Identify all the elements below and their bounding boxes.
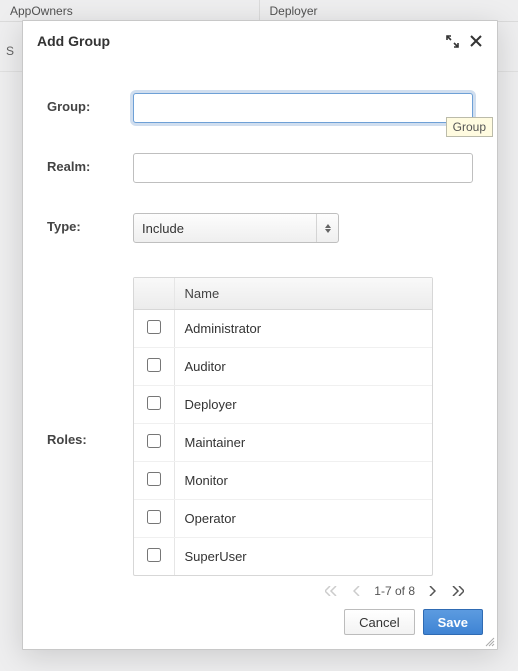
table-row: Monitor (134, 462, 432, 500)
dialog-title: Add Group (37, 33, 110, 49)
label-group: Group: (47, 93, 133, 114)
close-icon[interactable] (469, 34, 483, 48)
row-checkbox[interactable] (147, 472, 161, 486)
table-row: Operator (134, 500, 432, 538)
row-name: Deployer (174, 386, 432, 424)
label-type: Type: (47, 213, 133, 234)
row-name: SuperUser (174, 538, 432, 576)
pager-text: 1-7 of 8 (374, 584, 415, 597)
row-checkbox-cell (134, 310, 174, 348)
row-checkbox-cell (134, 538, 174, 576)
roles-grid: Name AdministratorAuditorDeployerMaintai… (133, 277, 433, 576)
row-checkbox-cell (134, 500, 174, 538)
row-name: Auditor (174, 348, 432, 386)
row-checkbox-cell (134, 424, 174, 462)
row-checkbox[interactable] (147, 510, 161, 524)
table-row: Administrator (134, 310, 432, 348)
pager: 1-7 of 8 (133, 576, 473, 597)
table-row: Auditor (134, 348, 432, 386)
realm-input[interactable] (133, 153, 473, 183)
row-checkbox[interactable] (147, 358, 161, 372)
pager-next-icon[interactable] (423, 582, 441, 597)
row-checkbox[interactable] (147, 434, 161, 448)
label-roles: Roles: (47, 432, 133, 447)
chevron-updown-icon (316, 214, 338, 242)
row-type: Type: Include (47, 213, 473, 243)
row-name: Monitor (174, 462, 432, 500)
group-tooltip: Group (446, 117, 493, 137)
row-name: Operator (174, 500, 432, 538)
label-realm: Realm: (47, 153, 133, 174)
row-checkbox-cell (134, 348, 174, 386)
row-realm: Realm: (47, 153, 473, 183)
add-group-dialog: Add Group Group: Group Realm: Type: (22, 20, 498, 650)
row-name: Administrator (174, 310, 432, 348)
col-name: Name (174, 278, 432, 310)
resize-grip-icon[interactable] (483, 635, 495, 647)
row-checkbox[interactable] (147, 396, 161, 410)
dialog-body: Group: Group Realm: Type: Include (23, 61, 497, 597)
row-roles: Roles: Name AdministratorAuditorDeployer… (47, 277, 473, 597)
dialog-footer: Cancel Save (23, 597, 497, 649)
pager-last-icon[interactable] (449, 582, 467, 597)
table-row: Maintainer (134, 424, 432, 462)
col-checkbox (134, 278, 174, 310)
row-checkbox[interactable] (147, 548, 161, 562)
table-row: Deployer (134, 386, 432, 424)
pager-first-icon[interactable] (322, 582, 340, 597)
row-checkbox[interactable] (147, 320, 161, 334)
type-select-value: Include (134, 221, 316, 236)
row-group: Group: Group (47, 93, 473, 123)
group-input[interactable] (133, 93, 473, 123)
pager-prev-icon[interactable] (348, 582, 366, 597)
cancel-button[interactable]: Cancel (344, 609, 414, 635)
row-checkbox-cell (134, 462, 174, 500)
row-name: Maintainer (174, 424, 432, 462)
save-button[interactable]: Save (423, 609, 483, 635)
dialog-header: Add Group (23, 21, 497, 61)
row-checkbox-cell (134, 386, 174, 424)
table-row: SuperUser (134, 538, 432, 576)
type-select[interactable]: Include (133, 213, 339, 243)
maximize-icon[interactable] (445, 34, 459, 48)
